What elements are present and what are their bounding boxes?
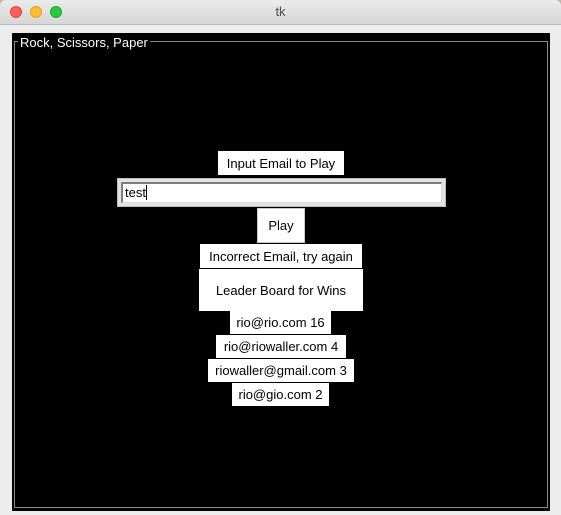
text-cursor	[145, 185, 147, 200]
leaderboard-entry: rio@riowaller.com 4	[216, 335, 346, 358]
email-input[interactable]: test	[121, 182, 442, 203]
email-field[interactable]: test	[117, 178, 446, 207]
leaderboard-entry: rio@gio.com 2	[232, 383, 329, 406]
app-window: tk Rock, Scissors, Paper Input Email to …	[0, 0, 561, 515]
play-button[interactable]: Play	[257, 208, 305, 243]
window-content: Rock, Scissors, Paper Input Email to Pla…	[0, 25, 561, 515]
title-bar: tk	[0, 0, 561, 25]
status-message: Incorrect Email, try again	[200, 244, 362, 268]
email-input-text: test	[125, 185, 146, 200]
prompt-label: Input Email to Play	[218, 151, 344, 175]
leaderboard-heading: Leader Board for Wins	[199, 269, 363, 311]
frame-title: Rock, Scissors, Paper	[18, 35, 150, 50]
leaderboard-entry: riowaller@gmail.com 3	[208, 359, 354, 382]
leaderboard-entry: rio@rio.com 16	[230, 311, 331, 334]
window-title: tk	[275, 4, 286, 19]
